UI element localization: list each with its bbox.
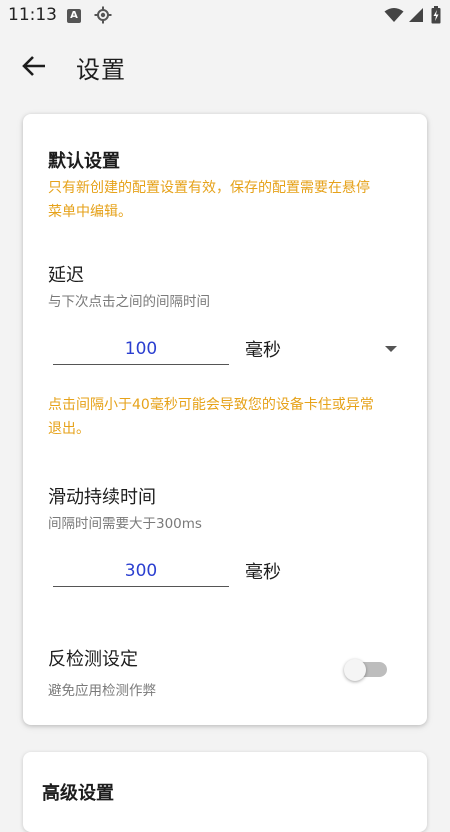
swipe-duration-unit: 毫秒 [245,562,281,583]
status-bar: 11:13 A [0,0,450,32]
default-settings-warning-line1: 只有新创建的配置设置有效，保存的配置需要在悬停 [48,180,370,196]
default-settings-warning-line2: 菜单中编辑。 [48,204,132,220]
default-settings-title: 默认设置 [48,151,120,172]
battery-charging-icon [431,6,441,24]
anti-detect-description: 避免应用检测作弊 [48,683,156,699]
delay-warning-line1: 点击间隔小于40毫秒可能会导致您的设备卡住或异常 [48,397,374,413]
signal-icon [409,8,423,22]
status-time: 11:13 [8,5,57,25]
swipe-duration-label: 滑动持续时间 [48,487,156,508]
advanced-settings-title: 高级设置 [42,783,114,804]
back-arrow-icon[interactable] [18,52,52,80]
delay-unit-select[interactable]: 毫秒 [245,336,281,362]
delay-input[interactable]: 100 [53,334,229,365]
gps-icon [94,6,112,24]
delay-description: 与下次点击之间的间隔时间 [48,294,210,310]
dropdown-arrow-icon[interactable] [385,346,397,352]
app-bar: 设置 [0,32,450,98]
swipe-duration-description: 间隔时间需要大于300ms [48,516,202,532]
notification-a-icon: A [67,9,81,23]
delay-warning-line2: 退出。 [48,421,90,437]
anti-detect-label: 反检测设定 [48,649,138,670]
swipe-duration-input[interactable]: 300 [53,556,229,587]
page-title: 设置 [76,56,126,84]
wifi-icon [384,8,404,22]
anti-detect-toggle-knob[interactable] [344,659,366,681]
delay-label: 延迟 [48,265,84,286]
